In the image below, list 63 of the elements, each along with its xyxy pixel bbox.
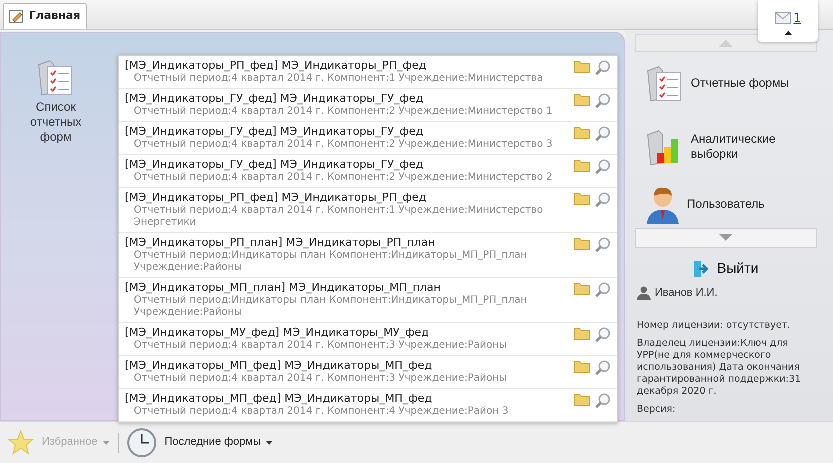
form-details: Отчетный период:4 квартал 2014 г. Компонент:4 Учреждение:Район 3 [133,406,510,418]
folder-icon[interactable] [574,393,591,407]
license-info: Владелец лицензии:Ключ для УРР(не для коммерческого использования) Дата окончания гарантированной поддержки:31 декабря 2020 г. [637,338,802,398]
form-details: Отчетный период:4 квартал 2014 г. Компонент:3 Учреждение:Районы [133,373,508,385]
nav-item[interactable]: Пользователь [687,196,787,212]
form-title[interactable]: [МЭ_Индикаторы_РП_фед] МЭ_Индикаторы_РП_фед [125,191,570,205]
form-title[interactable]: [МЭ_Индикаторы_РП_план] МЭ_Индикаторы_РП_план [125,236,570,250]
form-details: Отчетный период:4 квартал 2014 г. Компонент:3 Учреждение:Районы [133,340,508,352]
clock-icon [126,428,157,458]
folder-icon[interactable] [574,360,591,374]
license-info: Версия: [637,404,677,416]
folder-icon[interactable] [574,282,591,296]
form-title[interactable]: [МЭ_Индикаторы_МП_фед] МЭ_Индикаторы_МП_фед [125,359,570,373]
nav-item[interactable]: Отчетные формы [691,76,791,90]
mail-icon [774,12,791,24]
star-icon [8,430,34,456]
form-details: Отчетный период:4 квартал 2014 г. Компонент:1 Учреждение:Министерства [133,73,544,85]
logout-icon [693,260,710,278]
caret-icon [102,440,110,444]
search-icon[interactable] [595,159,611,175]
form-title[interactable]: [МЭ_Индикаторы_МУ_фед] МЭ_Индикаторы_МУ_фед [125,326,570,340]
search-icon[interactable] [595,93,611,109]
search-icon[interactable] [595,237,611,253]
form-details: Отчетный период:4 квартал 2014 г. Компонент:2 Учреждение:Министерство 3 [133,139,554,151]
search-icon[interactable] [595,282,611,298]
search-icon[interactable] [595,327,611,343]
folder-icon[interactable] [574,237,591,251]
folder-icon[interactable] [574,159,591,173]
form-title[interactable]: [МЭ_Индикаторы_МП_фед] МЭ_Индикаторы_МП_фед [125,392,570,406]
up-triangle-icon [719,39,733,47]
form-details: Отчетный период:Индикаторы план Компонент:Индикаторы_МП_РП_план Учреждение:Районы [133,250,528,274]
form-details: Отчетный период:Индикаторы план Компонент:Индикаторы_МП_РП_план Учреждение:Районы [133,295,528,319]
edit-icon [9,8,25,24]
form-details: Отчетный период:4 квартал 2014 г. Компонент:2 Учреждение:Министерство 1 [133,106,554,118]
search-icon[interactable] [595,393,611,409]
form-title[interactable]: [МЭ_Индикаторы_ГУ_фед] МЭ_Индикаторы_ГУ_фед [125,125,570,139]
caret-icon [266,440,274,444]
folder-icon[interactable] [574,192,591,206]
form-title[interactable]: [МЭ_Индикаторы_ГУ_фед] МЭ_Индикаторы_ГУ_фед [125,158,570,172]
folder-icon[interactable] [574,327,591,341]
mail-count-link[interactable]: 1 [794,9,802,27]
folder-icon[interactable] [574,60,591,74]
nav-item[interactable]: Аналитические выборки [691,132,791,162]
main-tab[interactable]: Главная [3,3,87,29]
folder-icon[interactable] [574,126,591,140]
search-icon[interactable] [595,60,611,76]
form-details: Отчетный период:4 квартал 2014 г. Компонент:1 Учреждение:Министерство Энергетики [133,205,544,229]
scroll-down-button[interactable] [635,228,817,248]
logout-button[interactable]: Выйти [635,258,817,279]
search-icon[interactable] [595,126,611,142]
down-triangle-icon [719,234,733,242]
form-details: Отчетный период:4 квартал 2014 г. Компонент:2 Учреждение:Министерство 2 [133,172,554,184]
user-silhouette-icon [637,286,651,300]
folder-icon[interactable] [574,93,591,107]
search-icon[interactable] [595,360,611,376]
search-icon[interactable] [595,192,611,208]
license-info: Номер лицензии: отсутствует. [637,320,792,332]
user-name: Иванов И.И. [655,286,718,301]
bottom-menu-button[interactable]: Последние формы [164,434,274,451]
form-title[interactable]: [МЭ_Индикаторы_РП_фед] МЭ_Индикаторы_РП_фед [125,59,570,73]
desktop-item-label[interactable]: Список отчетных форм [16,100,96,145]
form-title[interactable]: [МЭ_Индикаторы_МП_план] МЭ_Индикаторы_МП_план [125,281,570,295]
form-title[interactable]: [МЭ_Индикаторы_ГУ_фед] МЭ_Индикаторы_ГУ_фед [125,92,570,106]
